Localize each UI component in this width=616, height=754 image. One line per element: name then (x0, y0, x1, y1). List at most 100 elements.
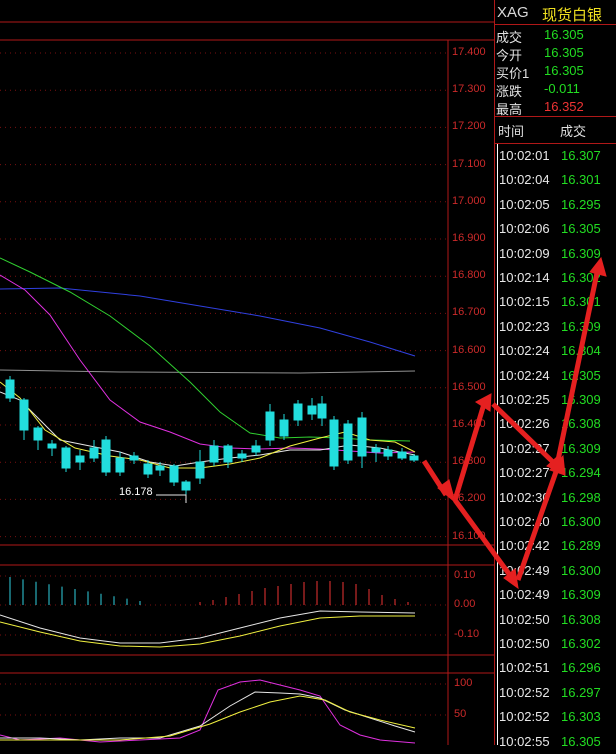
tick-row: 10:02:24 16.305 (494, 364, 616, 388)
ticks-header-price: 成交 (560, 124, 587, 139)
tick-price: 16.295 (561, 196, 601, 212)
tick-time: 10:02:30 (499, 489, 550, 505)
tick-price: 16.305 (561, 221, 601, 237)
tick-row: 10:02:52 16.303 (494, 705, 616, 729)
tick-time: 10:02:04 (499, 172, 550, 188)
tick-row: 10:02:23 16.309 (494, 315, 616, 339)
price-axis-label: 16.900 (452, 232, 486, 244)
tick-time: 10:02:14 (499, 270, 550, 285)
tick-price: 16.300 (561, 562, 601, 578)
tick-time: 10:02:24 (499, 367, 550, 383)
price-axis-label: 16.300 (452, 455, 486, 468)
ma-green-line (0, 257, 411, 442)
kline-chart-area[interactable]: 16.178 (0, 0, 494, 745)
quote-value: 16.305 (544, 45, 584, 60)
tick-price: 16.294 (561, 465, 601, 481)
price-axis-label: 16.500 (452, 380, 486, 393)
tick-row: 10:02:15 16.301 (494, 290, 616, 314)
low-price-label: 16.178 (119, 486, 153, 498)
tick-row: 10:02:04 16.301 (494, 168, 616, 192)
ticks-header-time: 时间 (498, 124, 525, 139)
tick-time: 10:02:15 (499, 294, 550, 310)
low-price-marker: 16.178 (119, 486, 187, 503)
tick-row: 10:02:14 16.302 (494, 266, 616, 290)
candle-body (409, 455, 419, 461)
tick-time: 10:02:49 (499, 587, 550, 603)
quote-value: -0.011 (544, 81, 580, 96)
price-axis-label: 16.700 (452, 306, 486, 319)
candle-body (209, 445, 219, 463)
tick-time: 10:02:40 (499, 514, 550, 529)
candle-body (101, 439, 111, 473)
quote-value: 16.305 (544, 63, 584, 78)
candle-body (195, 461, 205, 479)
kdj-d-line (0, 695, 416, 741)
price-axis-label: 16.800 (452, 269, 486, 282)
tick-price: 16.296 (561, 660, 601, 676)
quote-row: 涨跌 -0.011 (494, 80, 616, 99)
ma-magenta-line (0, 274, 416, 454)
tick-price: 16.302 (561, 636, 601, 651)
tick-time: 10:02:24 (499, 343, 550, 359)
tick-row: 10:02:30 16.298 (494, 486, 616, 510)
candle-body (223, 445, 233, 463)
tick-time: 10:02:27 (499, 465, 550, 481)
price-axis-label: 17.100 (452, 157, 486, 170)
macd-axis-label: 0.00 (454, 598, 476, 610)
price-axis-label: 17.300 (452, 83, 486, 96)
tick-row: 10:02:42 16.289 (494, 534, 616, 558)
tick-price: 16.309 (561, 318, 601, 334)
candle-body (47, 443, 57, 449)
tick-time: 10:02:52 (499, 684, 550, 700)
kdj-k-line (0, 691, 416, 741)
tick-row: 10:02:06 16.305 (494, 217, 616, 241)
candle-body (75, 455, 85, 463)
candle-body (371, 447, 381, 453)
candle-body (251, 445, 261, 453)
quote-row: 买价1 16.305 (494, 62, 616, 81)
tick-price: 16.305 (561, 733, 601, 749)
ma-blue-line (0, 287, 416, 357)
tick-time: 10:02:55 (499, 733, 550, 749)
tick-time: 10:02:42 (499, 538, 550, 554)
price-axis-label: 16.100 (452, 529, 486, 542)
tick-row: 10:02:55 16.305 (494, 730, 616, 754)
price-axis-label: 16.400 (452, 418, 486, 430)
tick-row: 10:02:25 16.309 (494, 388, 616, 412)
candle-body (143, 463, 153, 475)
tick-time: 10:02:06 (499, 221, 550, 237)
tick-price: 16.308 (561, 416, 601, 432)
price-axis-label: 16.200 (452, 492, 486, 505)
tick-row: 10:02:51 16.296 (494, 656, 616, 680)
candle-body (169, 465, 179, 483)
tick-row: 10:02:49 16.309 (494, 583, 616, 607)
tick-row: 10:02:09 16.309 (494, 242, 616, 266)
instrument-code: XAG (497, 4, 529, 21)
price-axis-label: 17.200 (452, 120, 486, 133)
tick-row: 10:02:26 16.308 (494, 412, 616, 436)
tick-row: 10:02:27 16.309 (494, 437, 616, 461)
quote-value: 16.305 (544, 27, 584, 42)
tick-time: 10:02:49 (499, 562, 550, 578)
tick-price: 16.298 (561, 489, 601, 505)
tick-price: 16.301 (561, 294, 601, 310)
instrument-name: 现货白银 (542, 7, 603, 24)
tick-time: 10:02:26 (499, 416, 550, 432)
kdj-axis-label: 100 (454, 677, 473, 689)
instrument-header[interactable]: XAG 现货白银 (494, 0, 616, 24)
tick-price: 16.302 (561, 270, 601, 285)
tick-row: 10:02:50 16.308 (494, 608, 616, 632)
candle-body (61, 447, 71, 469)
tick-time: 10:02:25 (499, 392, 550, 407)
quote-row: 今开 16.305 (494, 44, 616, 63)
tick-price: 16.305 (561, 367, 601, 383)
tick-price: 16.309 (561, 392, 601, 407)
macd-axis-label: -0.10 (454, 628, 480, 640)
candle-body (329, 419, 339, 467)
macd-dea-line (0, 615, 415, 648)
tick-time: 10:02:50 (499, 611, 550, 627)
moving-average-lines (0, 257, 416, 469)
macd-axis-label: 0.10 (454, 569, 476, 581)
tick-price: 16.303 (561, 709, 601, 725)
candle-body (89, 447, 99, 459)
